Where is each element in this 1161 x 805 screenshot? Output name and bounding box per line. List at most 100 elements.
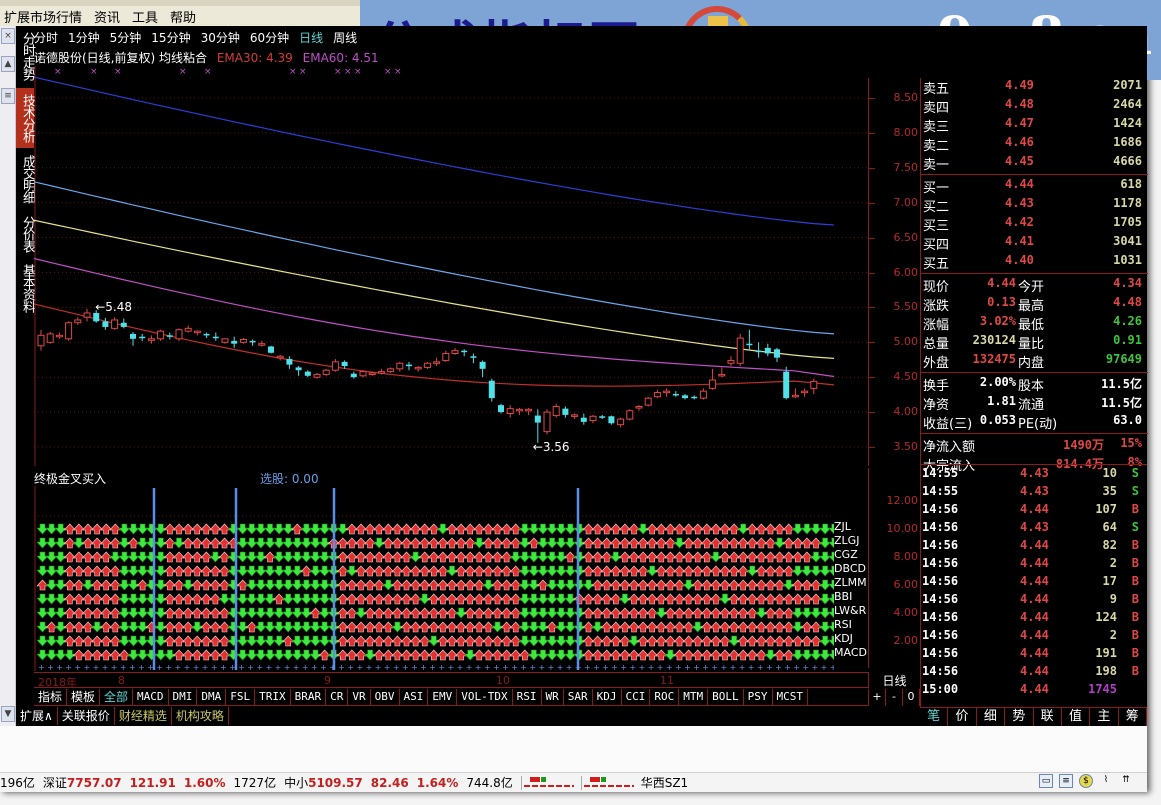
ext-tab[interactable]: 机构攻略 [172, 707, 229, 725]
ext-tab[interactable]: 财经精选 [115, 707, 172, 725]
period-tab[interactable]: 15分钟 [151, 29, 190, 47]
quote-tab[interactable]: 联 [1034, 708, 1062, 726]
indicator-tab[interactable]: SAR [564, 689, 593, 705]
scroll-down-icon[interactable]: ▼ [1, 706, 15, 722]
arrow-up-icon [482, 523, 495, 535]
zoom-button[interactable]: - [886, 689, 903, 706]
indicator-tab[interactable]: EMV [428, 689, 458, 705]
candle-body [626, 410, 634, 420]
indicator-tab[interactable]: 模板 [67, 689, 101, 705]
arrow-up-icon [427, 607, 440, 619]
indicator-tab[interactable]: 指标 [34, 689, 68, 705]
arrow-up-icon [63, 537, 76, 549]
indicator-tab[interactable]: ROC [650, 689, 680, 705]
arrow-up-icon [618, 621, 632, 633]
scroll-up-icon[interactable]: ▲ [1, 56, 15, 72]
indicator-tab[interactable]: RSI [513, 689, 542, 705]
antenna-icon[interactable]: ⌇ [1099, 774, 1113, 788]
candle-body [83, 312, 91, 318]
side-tab[interactable]: 分时走势 [16, 26, 35, 86]
side-tab[interactable]: 基本资料 [16, 258, 35, 318]
indicator-tab[interactable]: PSY [744, 689, 773, 705]
ext-tab[interactable]: 扩展∧ [16, 707, 58, 725]
period-tab[interactable]: 30分钟 [201, 29, 240, 47]
indicator-tab[interactable]: DMA [197, 689, 227, 705]
period-tab[interactable]: 5分钟 [110, 29, 142, 47]
indicator-tab[interactable]: KDJ [593, 689, 622, 705]
side-tab[interactable]: 成交明细 [16, 150, 35, 208]
arrow-up-icon [582, 551, 595, 563]
arrow-down-icon [54, 537, 67, 549]
indicator-tab[interactable]: TRIX [255, 689, 291, 705]
indicator-tab[interactable]: 全部 [100, 689, 134, 705]
indicator-tab[interactable]: BOLL [708, 689, 744, 705]
indicator-tab[interactable]: FSL [226, 689, 256, 705]
ext-tab[interactable]: 关联报价 [58, 707, 115, 725]
arrow-up-icon [391, 523, 404, 535]
price-chart[interactable]: × × × × × × × × × × × ×←5.48←3.56 [34, 66, 868, 466]
arrow-up-icon [737, 607, 750, 619]
indicator-tab[interactable]: WR [542, 689, 564, 705]
window-icon[interactable]: ▭ [1039, 774, 1053, 788]
period-tab[interactable]: 60分钟 [250, 29, 289, 47]
indicator-tab[interactable]: VOL-TDX [457, 689, 513, 705]
indicator-tab[interactable]: ASI [400, 689, 429, 705]
side-tab[interactable]: 技术分析 [16, 88, 35, 148]
menu-item[interactable]: 扩展市场行情 [0, 7, 90, 26]
arrow-down-icon [118, 607, 131, 619]
arrow-up-icon [709, 537, 723, 549]
list-view-icon[interactable]: ≡ [1059, 774, 1073, 788]
arrow-down-icon [236, 537, 249, 549]
arrow-up-icon [582, 635, 595, 647]
date-label: 2018年 [38, 676, 77, 689]
zoom-button[interactable]: 0 [903, 689, 920, 706]
arrow-up-icon [646, 593, 659, 605]
arrow-up-icon [181, 537, 195, 549]
menu-item[interactable]: 帮助 [166, 7, 204, 26]
arrow-down-icon [263, 621, 277, 633]
period-tab[interactable]: 分时 [34, 29, 58, 47]
left-toolbar: × ▲ ≡ ▼ [0, 26, 16, 726]
quote-tab[interactable]: 值 [1062, 708, 1091, 726]
arrow-up-icon [682, 537, 695, 549]
arrow-up-icon [609, 523, 622, 535]
quote-tab[interactable]: 主 [1090, 708, 1119, 726]
indicator-tab[interactable]: VR [348, 689, 371, 705]
indicator-tab[interactable]: MTM [679, 689, 709, 705]
arrow-up-icon [354, 593, 368, 605]
coin-icon[interactable]: $ [1079, 774, 1093, 788]
dot-marker: + [338, 663, 345, 671]
indicator-tab[interactable]: MACD [133, 689, 169, 705]
period-tab[interactable]: 日线 [299, 29, 323, 47]
zoom-button[interactable]: + [869, 689, 886, 706]
indicator-tab[interactable]: DMI [169, 689, 198, 705]
period-tab[interactable]: 1分钟 [68, 29, 100, 47]
quote-tab[interactable]: 价 [948, 708, 977, 726]
indicator-tab[interactable]: OBV [371, 689, 400, 705]
signal-chart[interactable]: + + + + + + + + + + + + + + + + + + + + + + + + + + + + + + + + + + + + + + + +… [34, 486, 834, 671]
indicator-tab[interactable]: MCST [773, 689, 809, 705]
axis-tick-mark [869, 412, 875, 414]
close-icon[interactable]: × [1, 28, 15, 44]
quote-tab[interactable]: 筹 [1119, 708, 1147, 726]
quote-tab[interactable]: 势 [1005, 708, 1034, 726]
quote-tab[interactable]: 笔 [920, 708, 949, 726]
side-tab[interactable]: 分价表 [16, 212, 35, 256]
arrow-down-icon [518, 551, 531, 563]
menu-item[interactable]: 工具 [128, 7, 166, 26]
period-tab[interactable]: 周线 [333, 29, 357, 47]
arrow-down-icon [791, 523, 804, 535]
arrow-up-icon [218, 607, 231, 619]
arrow-up-icon [509, 593, 522, 605]
indicator-tab[interactable]: CR [326, 689, 349, 705]
indicator-tab[interactable]: CCI [622, 689, 651, 705]
up-arrows-icon[interactable]: ⇈ [1119, 774, 1133, 788]
indicator-tab[interactable]: BRAR [291, 689, 327, 705]
arrow-up-icon [627, 523, 641, 535]
quote-tab[interactable]: 细 [977, 708, 1006, 726]
menu-item[interactable]: 资讯 [90, 7, 128, 26]
arrow-down-icon [564, 635, 577, 647]
list-icon[interactable]: ≡ [1, 88, 15, 104]
arrow-up-icon [172, 649, 186, 661]
tick-time: 14:56 [922, 574, 959, 588]
